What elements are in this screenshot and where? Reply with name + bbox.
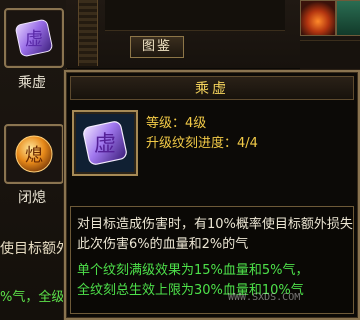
description-box: 对目标造成伤害时，有10%概率使目标额外损失此次伤害6%的血量和2%的气 单个纹… xyxy=(70,206,354,314)
right-panel-slot xyxy=(300,40,360,69)
skill-tooltip: 乘虚 虚 等级：4级 升级纹刻进度：4/4 对目标造成伤害时，有10%概率使目标… xyxy=(64,70,360,320)
gallery-button[interactable]: 图鉴 xyxy=(130,36,184,58)
skill-label-chengxu: 乘虚 xyxy=(18,75,46,91)
tooltip-title-bar: 乘虚 xyxy=(70,76,354,100)
fire-skill-icon[interactable] xyxy=(300,0,336,36)
gem-glyph: 虚 xyxy=(25,29,43,50)
header-panel xyxy=(105,0,285,31)
engrave-progress: 升级纹刻进度：4/4 xyxy=(146,136,258,151)
jade-skill-icon[interactable] xyxy=(336,0,360,36)
skill-list-panel: 虚 乘虚 熄 闭熄 使目标额外 %气，全级 xyxy=(0,0,70,320)
tooltip-title: 乘虚 xyxy=(195,81,229,97)
purple-gem-icon: 虚 xyxy=(15,19,53,57)
panel-divider xyxy=(78,0,98,66)
orange-orb-icon: 熄 xyxy=(15,135,53,173)
purple-gem-icon: 虚 xyxy=(83,121,127,165)
skill-description: 对目标造成伤害时，有10%概率使目标额外损失此次伤害6%的血量和2%的气 xyxy=(77,217,353,252)
skill-slot-chengxu[interactable]: 虚 xyxy=(4,8,64,68)
skill-level: 等级：4级 xyxy=(146,116,207,131)
skill-slot-bixi[interactable]: 熄 xyxy=(4,124,64,184)
tooltip-gem-glyph: 虚 xyxy=(94,132,116,157)
skill-label-bixi: 闭熄 xyxy=(18,190,46,206)
single-engrave-effect: 单个纹刻满级效果为15%血量和5%气， xyxy=(77,263,309,278)
watermark-url: WWW.SXDS.COM xyxy=(228,292,301,303)
background-green-text: %气，全级 xyxy=(0,290,65,305)
orb-glyph: 熄 xyxy=(25,145,43,166)
background-description-text: 使目标额外 xyxy=(0,241,70,257)
tooltip-icon-frame: 虚 xyxy=(72,110,138,176)
